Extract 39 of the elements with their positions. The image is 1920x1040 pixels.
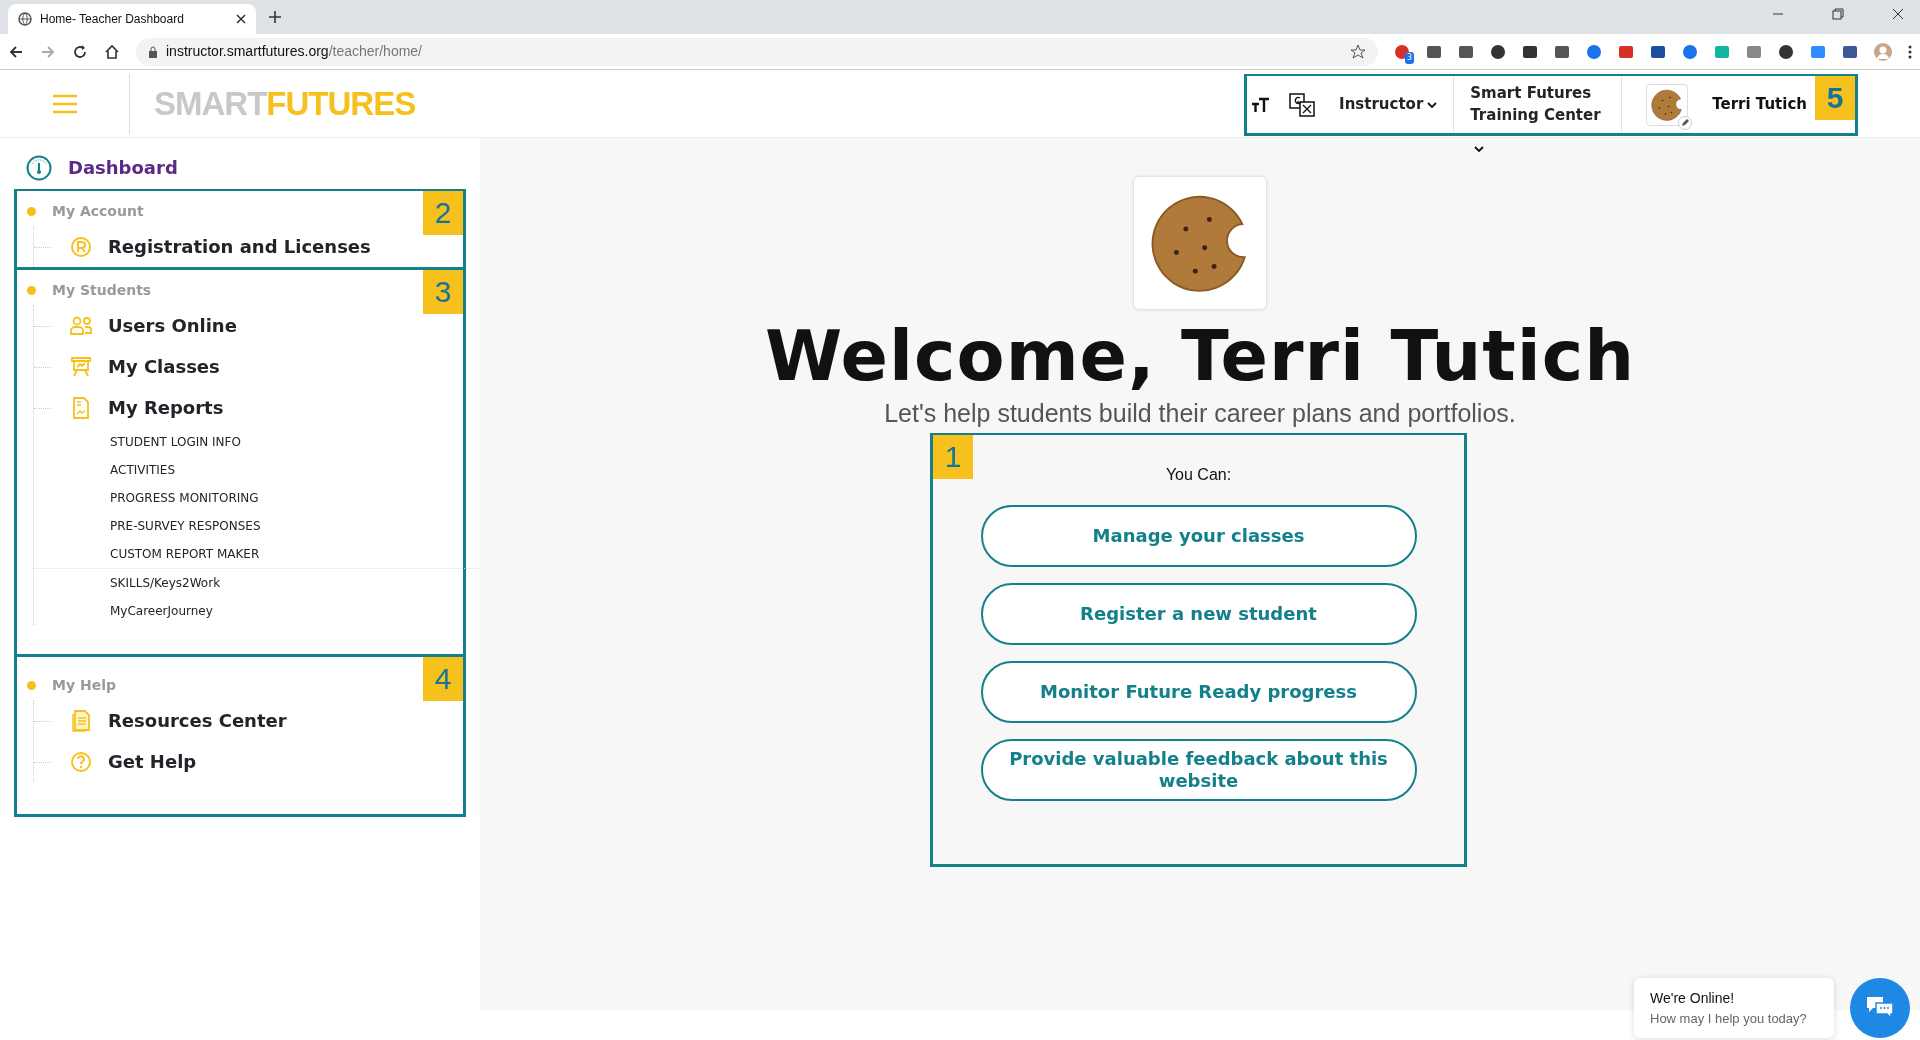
- subtitle: Let's help students build their career plans and portfolios.: [884, 398, 1516, 429]
- callout-number: 4: [423, 657, 463, 701]
- sidebar-link[interactable]: Resources Center: [108, 707, 287, 734]
- action-button[interactable]: Register a new student: [980, 582, 1417, 645]
- chat-title: We're Online!: [1650, 988, 1736, 1008]
- callout-number: 2: [423, 191, 463, 235]
- chat-message: How may I help you today?: [1650, 1009, 1808, 1028]
- section-title: My Help: [52, 676, 116, 695]
- callout-number: 3: [423, 270, 463, 314]
- report-link[interactable]: ACTIVITIES: [34, 456, 463, 484]
- address-bar[interactable]: instructor.smartfutures.org/teacher/home/: [136, 37, 1378, 66]
- sidebar-link[interactable]: My Reports: [108, 394, 224, 421]
- browser-tab[interactable]: Home- Teacher Dashboard: [8, 4, 256, 34]
- report-link[interactable]: MyCareerJourney: [34, 597, 463, 625]
- action-button[interactable]: Provide valuable feedback about this website: [980, 738, 1417, 801]
- sidebar-link[interactable]: Registration and Licenses: [108, 233, 371, 260]
- callout-number: 5: [1815, 76, 1855, 120]
- report-link[interactable]: PRE-SURVEY RESPONSES: [34, 512, 463, 540]
- panel-heading: You Can:: [1165, 464, 1232, 485]
- tab-title: Home- Teacher Dashboard: [40, 11, 185, 28]
- report-link[interactable]: SKILLS/Keys2Work: [34, 569, 483, 597]
- report-link[interactable]: STUDENT LOGIN INFO: [34, 428, 463, 456]
- action-button[interactable]: Manage your classes: [980, 504, 1417, 567]
- organization-selector[interactable]: Smart Futures Training Center: [1470, 82, 1606, 127]
- report-link[interactable]: CUSTOM REPORT MAKER: [34, 540, 463, 568]
- section-title: My Account: [52, 202, 144, 221]
- sidebar-link[interactable]: Users Online: [108, 312, 237, 339]
- section-title: My Students: [52, 281, 152, 300]
- role-dropdown[interactable]: Instructor: [1339, 93, 1438, 116]
- action-button[interactable]: Monitor Future Ready progress: [980, 660, 1417, 723]
- url-text: instructor.smartfutures.org/teacher/home/: [166, 42, 423, 61]
- welcome-heading: Welcome, Terri Tutich: [764, 318, 1636, 395]
- report-link[interactable]: PROGRESS MONITORING: [34, 484, 463, 512]
- sidebar-link[interactable]: Get Help: [108, 748, 197, 775]
- badge-count: 3: [1404, 51, 1414, 64]
- callout-number: 1: [933, 434, 973, 479]
- sidebar-link[interactable]: My Classes: [108, 353, 220, 380]
- dashboard-link[interactable]: Dashboard: [68, 154, 178, 181]
- user-name[interactable]: Terri Tutich: [1712, 93, 1807, 116]
